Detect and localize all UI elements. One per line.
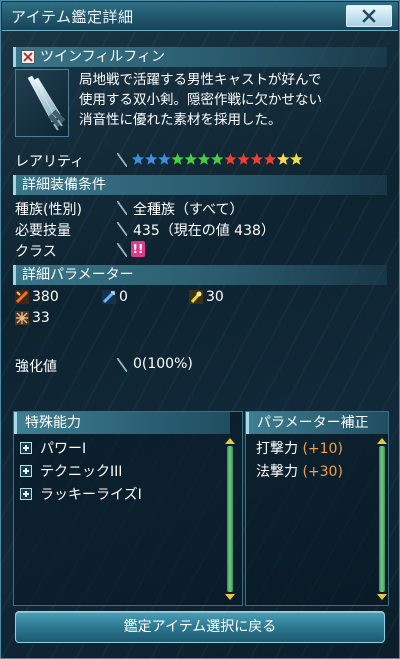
enhancement-label: 強化値 — [15, 359, 57, 375]
scroll-up-arrow-icon[interactable] — [225, 438, 235, 444]
close-x-icon — [362, 9, 376, 23]
ability-label: パワーI — [40, 441, 87, 457]
special-abilities-header: 特殊能力 — [14, 412, 230, 434]
race-label: 種族(性別) — [15, 202, 82, 218]
rarity-star-icon — [249, 151, 265, 166]
ability-label: テクニックIII — [40, 464, 123, 480]
row-separator — [117, 243, 127, 257]
rarity-star-icon — [275, 151, 291, 166]
rarity-star-row — [131, 151, 304, 166]
stat-value: 380 — [32, 289, 59, 305]
special-abilities-panel: 特殊能力 パワーI テクニックIII ラッキーライズI — [13, 411, 243, 606]
rarity-star-icon — [170, 151, 186, 166]
rarity-star-icon — [288, 151, 304, 166]
title-bar: アイテム鑑定詳細 — [2, 2, 398, 31]
item-appraisal-window: アイテム鑑定詳細 ツインフィルフィン 局地戦で活躍する男性キャストが好んで 使用… — [0, 0, 400, 659]
parameter-correction-panel: パラメーター補正 打撃力 (+10) 法撃力 (+30) — [245, 411, 389, 606]
scroll-down-arrow-icon[interactable] — [225, 594, 235, 600]
item-image — [15, 69, 69, 137]
description-line: 消音性に優れた素材を採用した。 — [79, 112, 282, 128]
rarity-star-icon — [209, 151, 225, 166]
skill-value: 435（現在の値 438） — [133, 223, 275, 239]
scroll-up-arrow-icon[interactable] — [377, 438, 387, 444]
close-button[interactable] — [346, 5, 392, 27]
twin-daggers-image — [27, 75, 66, 131]
rarity-label: レアリティ — [15, 154, 85, 170]
requirements-header: 詳細装備条件 — [13, 175, 387, 195]
parameter-correction-header: パラメーター補正 — [246, 412, 388, 434]
stat-value: 30 — [206, 289, 224, 305]
class-badge: !! — [131, 241, 145, 257]
expand-plus-icon[interactable] — [20, 488, 32, 500]
item-name-bar: ツインフィルフィン — [13, 47, 387, 67]
row-separator — [117, 153, 127, 167]
ability-label: ラッキーライズI — [40, 487, 142, 503]
rarity-stars — [131, 151, 311, 167]
stat-value: 0 — [119, 289, 128, 305]
rarity-star-icon — [131, 151, 146, 166]
rarity-star-icon — [143, 151, 159, 166]
correction-row: 法撃力 (+30) — [256, 461, 343, 481]
skill-label: 必要技量 — [15, 223, 71, 239]
item-name: ツインフィルフィン — [40, 49, 166, 65]
rarity-star-icon — [196, 151, 212, 166]
expand-plus-icon[interactable] — [20, 442, 32, 454]
rarity-star-icon — [156, 151, 172, 166]
rarity-star-icon — [183, 151, 199, 166]
description-line: 使用する双小剣。隠密作戦に欠かせない — [79, 92, 322, 108]
dexterity-icon — [15, 311, 29, 325]
race-value: 全種族（すべて） — [133, 202, 244, 218]
expand-plus-icon[interactable] — [20, 465, 32, 477]
rarity-star-icon — [222, 151, 238, 166]
row-separator — [117, 201, 127, 215]
rarity-star-icon — [236, 151, 252, 166]
row-separator — [117, 222, 127, 236]
correction-row: 打撃力 (+10) — [256, 438, 343, 458]
correction-value: (+30) — [302, 464, 343, 480]
scroll-down-arrow-icon[interactable] — [377, 594, 387, 600]
enhancement-value: 0(100%) — [133, 356, 193, 372]
back-to-selection-button[interactable]: 鑑定アイテム選択に戻る — [15, 611, 385, 643]
item-description: 局地戦で活躍する男性キャストが好んで 使用する双小剣。隠密作戦に欠かせない 消音… — [79, 70, 385, 130]
scrollbar[interactable] — [379, 446, 385, 592]
striking-attack-icon — [15, 290, 29, 304]
correction-label: 打撃力 — [256, 441, 298, 457]
correction-label: 法撃力 — [256, 464, 298, 480]
scrollbar[interactable] — [227, 446, 233, 592]
stat-value: 33 — [32, 310, 50, 326]
class-label: クラス — [15, 244, 57, 260]
rarity-star-icon — [262, 151, 278, 166]
window-title: アイテム鑑定詳細 — [11, 8, 134, 26]
correction-value: (+10) — [302, 441, 343, 457]
description-line: 局地戦で活躍する男性キャストが好んで — [79, 72, 322, 88]
twin-sabers-icon — [21, 50, 35, 64]
ranged-attack-icon — [102, 290, 116, 304]
technique-attack-icon — [189, 290, 203, 304]
parameters-header: 詳細パラメーター — [13, 265, 387, 285]
row-separator — [117, 358, 127, 372]
